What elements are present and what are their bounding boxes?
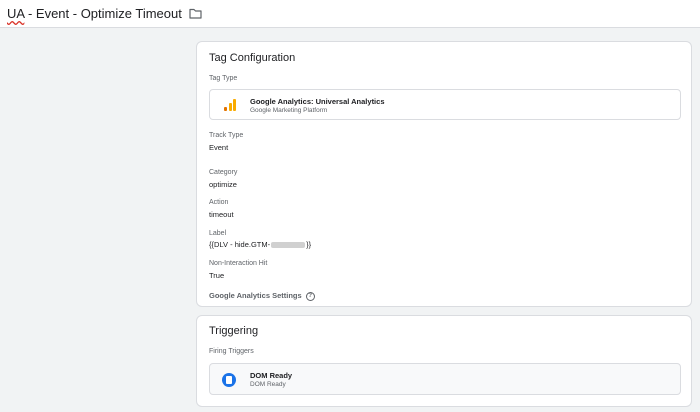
- trigger-type: DOM Ready: [250, 381, 286, 388]
- track-type-label: Track Type: [209, 132, 244, 139]
- title-prefix: UA: [7, 6, 25, 21]
- label-value-suffix: }}: [306, 240, 312, 249]
- action-label: Action: [209, 199, 229, 206]
- ga-settings-row[interactable]: Google Analytics Settings?: [209, 291, 315, 301]
- tag-type-label: Tag Type: [209, 75, 238, 82]
- triggering-card[interactable]: Triggering Firing Triggers DOM Ready DOM…: [196, 315, 692, 407]
- page-title[interactable]: UA - Event - Optimize Timeout: [7, 6, 182, 21]
- category-label: Category: [209, 169, 238, 176]
- google-analytics-icon: [224, 99, 236, 111]
- redacted-block: [271, 242, 306, 249]
- category-value: optimize: [209, 180, 237, 189]
- triggering-title: Triggering: [209, 325, 259, 337]
- ga-settings-label: Google Analytics Settings: [209, 291, 302, 300]
- help-icon[interactable]: ?: [305, 291, 315, 301]
- non-interaction-label: Non-Interaction Hit: [209, 260, 268, 267]
- tag-type-provider: Google Marketing Platform: [250, 107, 328, 114]
- non-interaction-value: True: [209, 271, 225, 280]
- label-value-prefix: {{DLV - hide.GTM-: [209, 240, 271, 249]
- tag-type-name: Google Analytics: Universal Analytics: [250, 97, 385, 106]
- top-bar: UA - Event - Optimize Timeout: [0, 0, 700, 28]
- dom-ready-icon: [222, 373, 236, 387]
- trigger-name: DOM Ready: [250, 371, 293, 380]
- title-rest: - Event - Optimize Timeout: [24, 6, 182, 21]
- tag-configuration-card[interactable]: Tag Configuration Tag Type Google Analyt…: [196, 41, 692, 307]
- label-field-label: Label: [209, 230, 227, 237]
- folder-icon[interactable]: [189, 8, 202, 19]
- action-value: timeout: [209, 210, 234, 219]
- label-field-value: {{DLV - hide.GTM-}}: [209, 240, 311, 249]
- trigger-item[interactable]: DOM Ready DOM Ready: [209, 363, 681, 395]
- firing-triggers-label: Firing Triggers: [209, 348, 254, 355]
- tag-configuration-title: Tag Configuration: [209, 52, 296, 64]
- track-type-value: Event: [209, 143, 229, 152]
- tag-type-box[interactable]: Google Analytics: Universal Analytics Go…: [209, 89, 681, 120]
